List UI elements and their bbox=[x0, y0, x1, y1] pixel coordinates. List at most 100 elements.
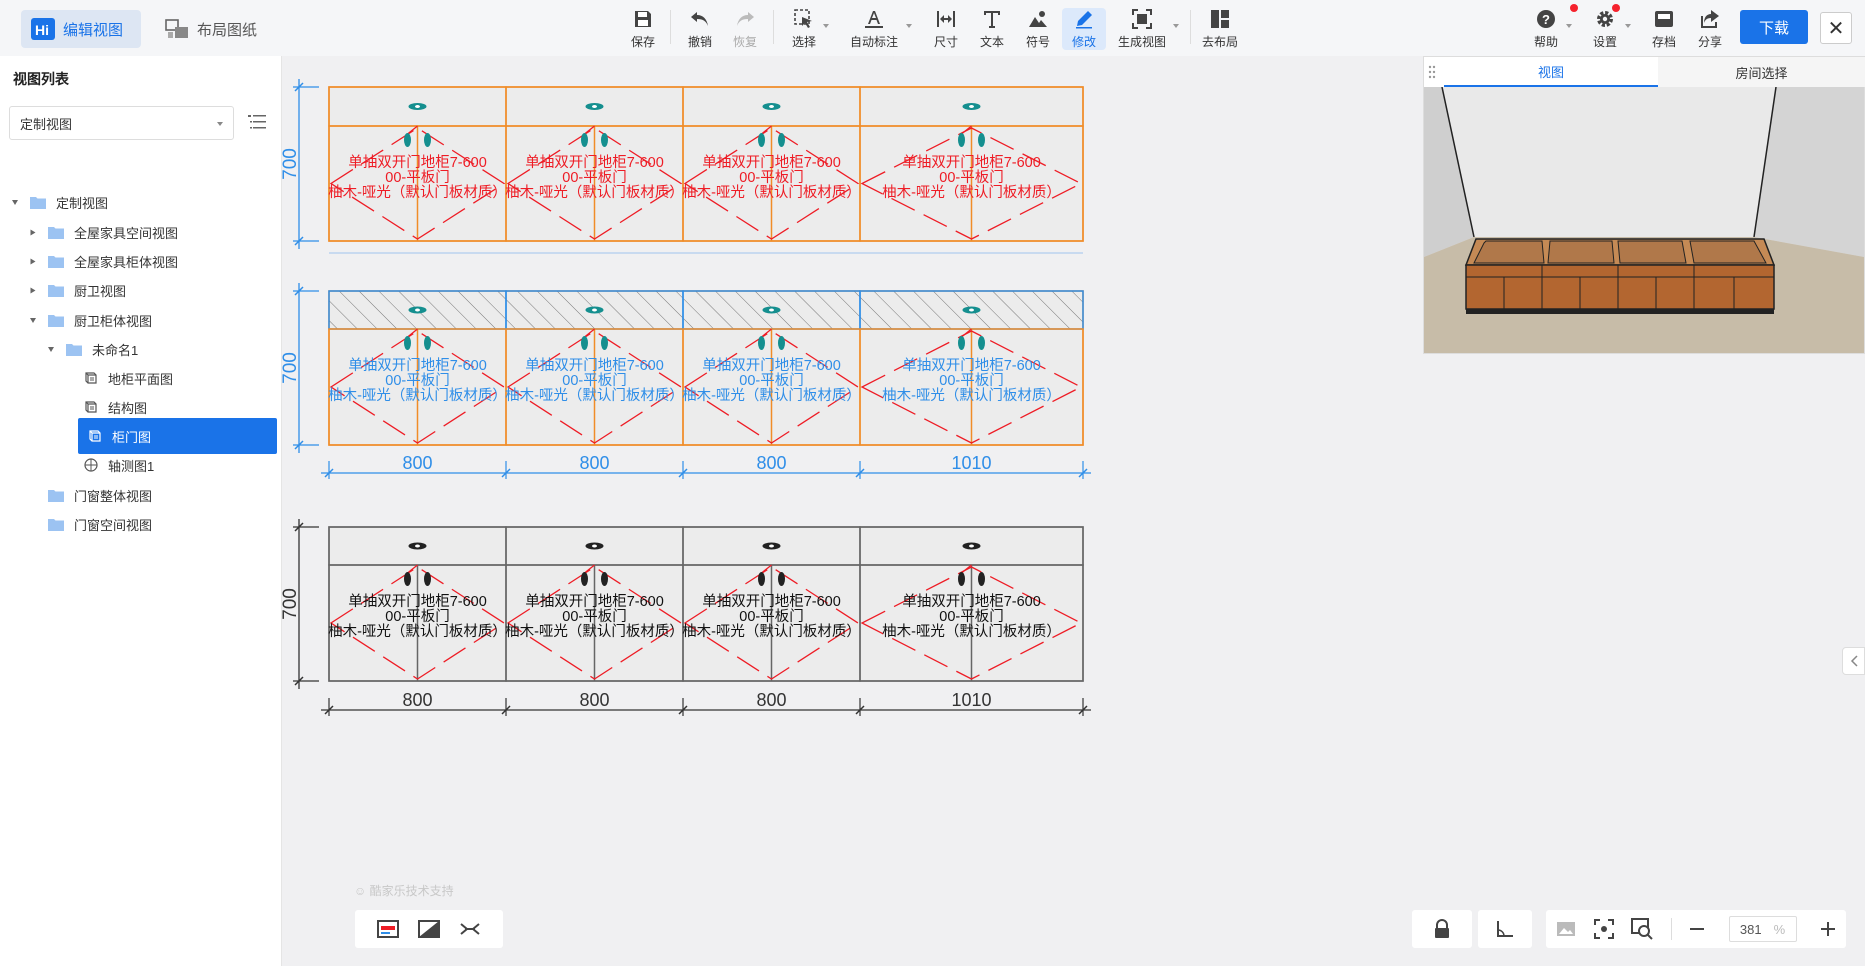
tree-item-label: 轴测图1 bbox=[108, 458, 155, 474]
door-handle-left bbox=[958, 572, 965, 586]
annotate-dropdown-caret[interactable] bbox=[906, 24, 912, 28]
zoom-search-icon[interactable] bbox=[1631, 918, 1653, 940]
folder-icon bbox=[48, 255, 64, 268]
preview-tab-room-select[interactable]: 房间选择 bbox=[1658, 57, 1865, 87]
tree-item[interactable]: 门窗空间视图 bbox=[0, 506, 282, 542]
svg-text:Hi: Hi bbox=[35, 22, 49, 38]
axis-toolbar bbox=[1478, 910, 1532, 948]
folder-icon bbox=[48, 314, 64, 327]
generate-view-label: 生成视图 bbox=[1118, 35, 1167, 49]
save-icon bbox=[635, 11, 651, 27]
view-zoom-toolbar: 381% bbox=[1546, 910, 1846, 948]
door-handle-right bbox=[424, 336, 431, 350]
save-button[interactable]: 保存 bbox=[621, 8, 665, 50]
generate-view-button[interactable]: 生成视图 bbox=[1118, 8, 1166, 50]
zoom-value: 381 bbox=[1739, 921, 1762, 937]
door-handle-left bbox=[758, 336, 765, 350]
settings-dropdown-caret[interactable] bbox=[1625, 24, 1631, 28]
cabinet-label-line: 单抽双开门地柜7-600 bbox=[525, 154, 664, 171]
archive-button[interactable]: 存档 bbox=[1642, 8, 1686, 50]
redo-label: 恢复 bbox=[732, 35, 757, 49]
svg-text:?: ? bbox=[1542, 12, 1550, 27]
door-handle-left bbox=[404, 572, 411, 586]
auto-annotate-button[interactable]: 自动标注 bbox=[850, 8, 899, 50]
list-tree-icon[interactable] bbox=[248, 113, 266, 131]
archive-icon bbox=[1655, 11, 1673, 27]
tree-item-label: 柜门图 bbox=[112, 429, 152, 445]
download-button[interactable]: 下载 bbox=[1740, 10, 1808, 44]
drawer-handle-dot bbox=[415, 105, 420, 108]
layout-sheet-icon bbox=[165, 19, 188, 38]
tree-item-label: 全屋家具空间视图 bbox=[74, 225, 179, 241]
drag-handle-icon[interactable] bbox=[1427, 64, 1437, 80]
cabinet-label-line: 单抽双开门地柜7-600 bbox=[902, 593, 1041, 610]
cube-view-icon bbox=[84, 400, 98, 414]
auto-annotate-label: 自动标注 bbox=[850, 35, 899, 49]
cabinet-label-line: 00-平板门 bbox=[739, 607, 803, 625]
image-icon[interactable] bbox=[1556, 920, 1576, 938]
door-handle-right bbox=[978, 572, 985, 586]
text-button[interactable]: 文本 bbox=[970, 8, 1014, 50]
redo-button[interactable]: 恢复 bbox=[723, 8, 767, 50]
3d-room-render[interactable] bbox=[1424, 87, 1864, 353]
text-label: 文本 bbox=[979, 35, 1004, 49]
axis-icon[interactable] bbox=[1495, 919, 1515, 939]
select-button[interactable]: 选择 bbox=[782, 8, 826, 50]
measure-tool-icon[interactable] bbox=[459, 920, 481, 938]
preview-tab-view[interactable]: 视图 bbox=[1444, 57, 1658, 87]
tab-edit-view[interactable]: Hi 编辑视图 bbox=[21, 10, 141, 48]
tree-item-label: 地柜平面图 bbox=[108, 371, 174, 387]
zoom-level-input[interactable]: 381% bbox=[1728, 916, 1797, 942]
redo-icon bbox=[737, 12, 754, 26]
bottom-left-toolbar bbox=[355, 910, 503, 948]
select-dropdown-caret[interactable] bbox=[823, 24, 829, 28]
caret-down-icon[interactable] bbox=[28, 315, 38, 325]
dimension-icon bbox=[937, 11, 955, 27]
cabinet-label-line: 单抽双开门地柜7-600 bbox=[525, 357, 664, 374]
generate-dropdown-caret[interactable] bbox=[1173, 24, 1179, 28]
help-button[interactable]: ? 帮助 bbox=[1524, 8, 1568, 50]
to-layout-label: 去布局 bbox=[1201, 35, 1238, 49]
modify-button[interactable]: 修改 bbox=[1062, 8, 1106, 50]
caret-down-icon[interactable] bbox=[46, 344, 56, 354]
caret-down-icon[interactable] bbox=[10, 197, 20, 207]
caret-right-icon[interactable] bbox=[28, 285, 38, 295]
settings-button[interactable]: 设置 bbox=[1583, 8, 1627, 50]
door-handle-right bbox=[601, 336, 608, 350]
drawer-handle-dot bbox=[592, 544, 597, 548]
caret-right-icon[interactable] bbox=[28, 256, 38, 266]
tab-layout-sheet[interactable]: 布局图纸 bbox=[155, 10, 275, 48]
zoom-in-icon[interactable] bbox=[1820, 921, 1836, 937]
lock-icon[interactable] bbox=[1433, 919, 1451, 939]
help-dropdown-caret[interactable] bbox=[1566, 24, 1572, 28]
chevron-left-icon[interactable] bbox=[1842, 647, 1865, 675]
fill-toggle-icon[interactable] bbox=[417, 920, 440, 938]
symbol-button[interactable]: 符号 bbox=[1016, 8, 1060, 50]
zoom-out-icon[interactable] bbox=[1689, 921, 1705, 937]
view-type-select[interactable]: 定制视图 bbox=[9, 106, 234, 140]
caret-right-icon[interactable] bbox=[28, 227, 38, 237]
symbol-label: 符号 bbox=[1025, 35, 1050, 49]
width-dim-label: 800 bbox=[756, 453, 786, 473]
folder-icon bbox=[48, 518, 64, 531]
undo-button[interactable]: 撤销 bbox=[678, 8, 722, 50]
cabinet-label-line: 柚木-哑光（默认门板材质） bbox=[328, 386, 507, 404]
tree-item-label: 结构图 bbox=[108, 400, 148, 416]
width-dim-label: 800 bbox=[402, 690, 432, 710]
layer-style-icon[interactable] bbox=[376, 920, 399, 938]
share-button[interactable]: 分享 bbox=[1688, 8, 1732, 50]
tab-layout-label: 布局图纸 bbox=[197, 21, 258, 39]
sidebar-title: 视图列表 bbox=[13, 71, 69, 87]
drawer-handle-dot bbox=[769, 105, 774, 108]
drawer-handle-dot bbox=[592, 105, 597, 108]
cabinet-label-line: 柚木-哑光（默认门板材质） bbox=[682, 622, 861, 640]
close-icon[interactable]: ✕ bbox=[1820, 12, 1852, 44]
to-layout-button[interactable]: 去布局 bbox=[1198, 8, 1242, 50]
folder-icon bbox=[48, 489, 64, 502]
zoom-unit: % bbox=[1773, 921, 1786, 937]
cabinet-label-line: 00-平板门 bbox=[385, 168, 449, 186]
focus-fit-icon[interactable] bbox=[1593, 919, 1614, 939]
dimension-button[interactable]: 尺寸 bbox=[924, 8, 968, 50]
